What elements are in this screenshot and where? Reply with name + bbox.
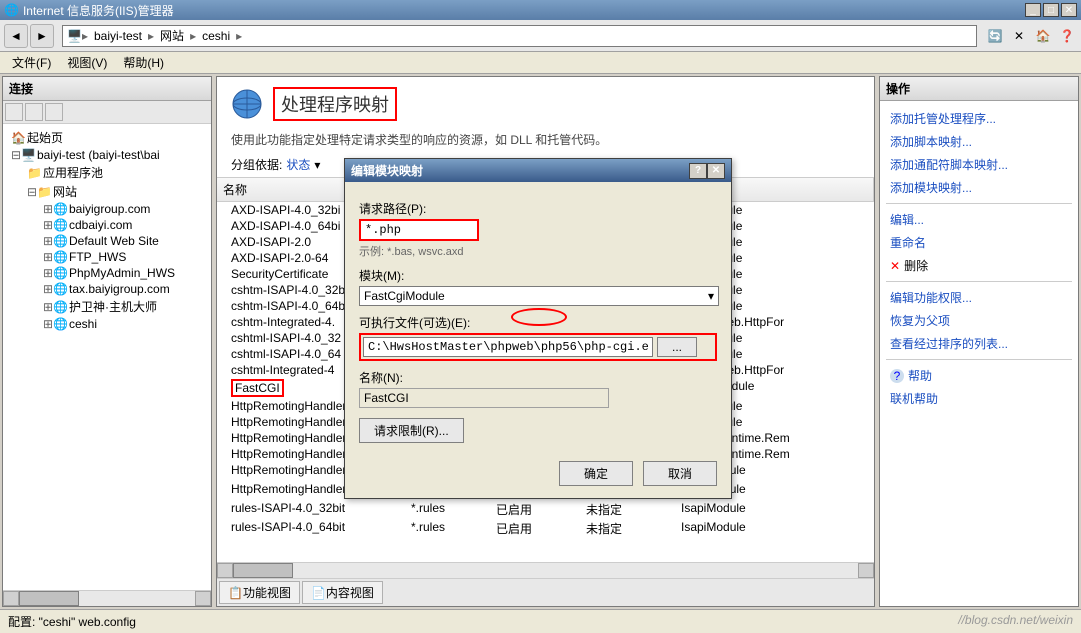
request-path-hint: 示例: *.bas, wsvc.axd (359, 243, 717, 259)
app-icon: 🌐 (4, 3, 19, 17)
page-title: 处理程序映射 (273, 87, 397, 121)
name-field: FastCGI (359, 388, 609, 408)
help-icon[interactable]: ❓ (1057, 26, 1077, 46)
tab-features-view[interactable]: 📋功能视图 (219, 581, 300, 604)
maximize-button[interactable]: □ (1043, 3, 1059, 17)
name-label: 名称(N): (359, 369, 717, 386)
request-path-input[interactable] (359, 219, 479, 241)
action-help[interactable]: 帮助 (886, 364, 1072, 387)
dialog-help-button[interactable]: ? (689, 163, 707, 179)
toolbar: ◄ ► 🖥️ ▸ baiyi-test ▸ 网站 ▸ ceshi ▸ 🔄 ✕ 🏠… (0, 20, 1081, 52)
nav-forward-button[interactable]: ► (30, 24, 54, 48)
tab-content-view[interactable]: 📄内容视图 (302, 581, 383, 604)
page-description: 使用此功能指定处理特定请求类型的响应的资源，如 DLL 和托管代码。 (217, 131, 874, 156)
refresh-icon[interactable]: 🔄 (985, 26, 1005, 46)
tree-site-item[interactable]: ⊞🌐cdbaiyi.com (7, 217, 207, 233)
tree-refresh-button[interactable] (45, 103, 63, 121)
tree-start-page[interactable]: 🏠起始页 (7, 128, 207, 147)
executable-label: 可执行文件(可选)(E): (359, 314, 717, 331)
close-button[interactable]: ✕ (1061, 3, 1077, 17)
action-edit[interactable]: 编辑... (886, 208, 1072, 231)
window-titlebar: 🌐 Internet 信息服务(IIS)管理器 _ □ ✕ (0, 0, 1081, 20)
tree-site-item[interactable]: ⊞🌐tax.baiyigroup.com (7, 281, 207, 297)
nav-back-button[interactable]: ◄ (4, 24, 28, 48)
tree-site-item[interactable]: ⊞🌐FTP_HWS (7, 249, 207, 265)
server-icon: 🖥️ (67, 29, 82, 43)
action-revert-parent[interactable]: 恢复为父项 (886, 309, 1072, 332)
action-add-script[interactable]: 添加脚本映射... (886, 130, 1072, 153)
request-restrictions-button[interactable]: 请求限制(R)... (359, 418, 464, 443)
menu-view[interactable]: 视图(V) (59, 52, 115, 73)
tree-sites[interactable]: ⊟📁网站 (7, 182, 207, 201)
menubar: 文件(F) 视图(V) 帮助(H) (0, 52, 1081, 74)
list-row[interactable]: rules-ISAPI-4.0_64bit*.rules已启用未指定IsapiM… (231, 519, 874, 538)
request-path-label: 请求路径(P): (359, 200, 717, 217)
tree-site-item[interactable]: ⊞🌐Default Web Site (7, 233, 207, 249)
list-row[interactable]: rules-ISAPI-4.0_32bit*.rules已启用未指定IsapiM… (231, 500, 874, 519)
edit-module-mapping-dialog: 编辑模块映射 ? ✕ 请求路径(P): 示例: *.bas, wsvc.axd … (344, 158, 732, 499)
action-delete[interactable]: 删除 (886, 254, 1072, 277)
dropdown-icon[interactable]: ▾ (314, 158, 320, 172)
actions-header: 操作 (880, 77, 1078, 101)
module-label: 模块(M): (359, 267, 717, 284)
cancel-button[interactable]: 取消 (643, 461, 717, 486)
status-attribution: //blog.csdn.net/weixin (958, 613, 1073, 630)
connections-tree[interactable]: 🏠起始页 ⊟🖥️baiyi-test (baiyi-test\bai 📁应用程序… (3, 124, 211, 590)
tree-site-item[interactable]: ⊞🌐护卫神·主机大师 (7, 297, 207, 316)
browse-button[interactable]: ... (657, 337, 697, 357)
action-add-managed[interactable]: 添加托管处理程序... (886, 107, 1072, 130)
window-title: Internet 信息服务(IIS)管理器 (23, 2, 1025, 19)
ok-button[interactable]: 确定 (559, 461, 633, 486)
chevron-down-icon: ▾ (708, 289, 714, 303)
connections-panel: 连接 🏠起始页 ⊟🖥️baiyi-test (baiyi-test\bai 📁应… (2, 76, 212, 607)
tree-server[interactable]: ⊟🖥️baiyi-test (baiyi-test\bai (7, 147, 207, 163)
stop-icon[interactable]: ✕ (1009, 26, 1029, 46)
menu-help[interactable]: 帮助(H) (115, 52, 172, 73)
executable-input[interactable] (363, 337, 653, 357)
crumb-site[interactable]: ceshi (196, 29, 236, 43)
tree-connect-button[interactable] (5, 103, 23, 121)
dialog-close-button[interactable]: ✕ (707, 163, 725, 179)
action-rename[interactable]: 重命名 (886, 231, 1072, 254)
tree-site-item[interactable]: ⊞🌐ceshi (7, 316, 207, 332)
home-icon[interactable]: 🏠 (1033, 26, 1053, 46)
status-config: 配置: "ceshi" web.config (8, 613, 958, 630)
action-online-help[interactable]: 联机帮助 (886, 387, 1072, 410)
breadcrumb[interactable]: 🖥️ ▸ baiyi-test ▸ 网站 ▸ ceshi ▸ (62, 25, 977, 47)
tree-save-button[interactable] (25, 103, 43, 121)
action-add-wildcard[interactable]: 添加通配符脚本映射... (886, 153, 1072, 176)
connections-header: 连接 (3, 77, 211, 101)
list-hscroll[interactable] (217, 562, 874, 578)
minimize-button[interactable]: _ (1025, 3, 1041, 17)
action-edit-perms[interactable]: 编辑功能权限... (886, 286, 1072, 309)
statusbar: 配置: "ceshi" web.config //blog.csdn.net/w… (0, 609, 1081, 633)
menu-file[interactable]: 文件(F) (4, 52, 59, 73)
dialog-title: 编辑模块映射 (351, 162, 689, 179)
group-by-state[interactable]: 状态 (286, 156, 310, 173)
tree-hscroll[interactable] (3, 590, 211, 606)
module-select[interactable]: FastCgiModule▾ (359, 286, 719, 306)
tree-site-item[interactable]: ⊞🌐PhpMyAdmin_HWS (7, 265, 207, 281)
action-add-module[interactable]: 添加模块映射... (886, 176, 1072, 199)
crumb-server[interactable]: baiyi-test (88, 29, 148, 43)
tree-site-item[interactable]: ⊞🌐baiyigroup.com (7, 201, 207, 217)
crumb-sites[interactable]: 网站 (154, 27, 190, 44)
action-view-ordered[interactable]: 查看经过排序的列表... (886, 332, 1072, 355)
tree-app-pools[interactable]: 📁应用程序池 (7, 163, 207, 182)
group-by-label: 分组依据: (231, 156, 282, 173)
actions-panel: 操作 添加托管处理程序... 添加脚本映射... 添加通配符脚本映射... 添加… (879, 76, 1079, 607)
globe-icon (231, 88, 263, 120)
